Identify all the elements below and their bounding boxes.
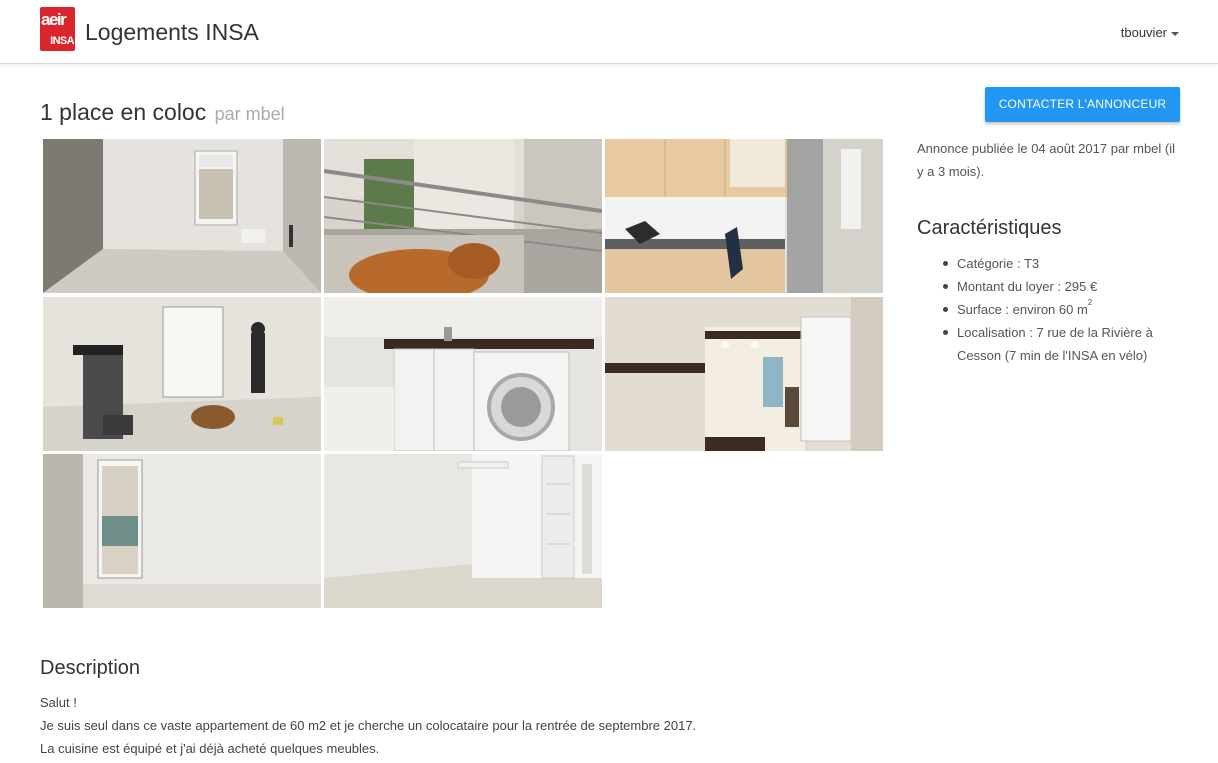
user-name: tbouvier: [1120, 25, 1167, 40]
publication-info: Annonce publiée le 04 août 2017 par mbel…: [917, 141, 1176, 179]
caret-down-icon: [1171, 31, 1179, 36]
feature-rent: Montant du loyer : 295 €: [943, 275, 1182, 298]
kitchen-photo-image: [605, 139, 883, 293]
bathroom-photo-image: [324, 297, 602, 451]
feature-location: Localisation : 7 rue de la Rivière à Ces…: [943, 321, 1182, 367]
navbar: aeir INSA Logements INSA tbouvier: [0, 0, 1218, 64]
photo-thumbnail[interactable]: [324, 139, 602, 293]
feature-surface-text: Surface : environ 60 m: [957, 302, 1088, 317]
logo-top-text: aeir: [41, 10, 67, 29]
features-heading: Caractéristiques: [917, 217, 1062, 239]
photo-thumbnail[interactable]: [43, 139, 321, 293]
description-line: Salut !: [40, 695, 77, 710]
photo-thumbnail[interactable]: [605, 139, 883, 293]
photo-thumbnail[interactable]: [324, 297, 602, 451]
photo-thumbnail[interactable]: [605, 297, 883, 451]
features-list: Catégorie : T3 Montant du loyer : 295 € …: [943, 252, 1182, 367]
feature-surface-exponent: 2: [1087, 298, 1093, 307]
listing-author: par mbel: [214, 104, 285, 124]
description-heading: Description: [40, 657, 141, 679]
logo-bottom-text: INSA: [50, 35, 74, 47]
balcony-photo-image: [324, 139, 602, 293]
contact-owner-button[interactable]: Contacter l'annonceur: [985, 87, 1180, 122]
feature-surface: Surface : environ 60 m2: [943, 298, 1182, 321]
description-line: Je suis seul dans ce vaste appartement d…: [40, 718, 697, 733]
closet-room-photo-image: [324, 454, 602, 608]
aeir-insa-logo[interactable]: aeir INSA: [40, 7, 75, 51]
listing-title: 1 place en coloc: [40, 99, 207, 125]
living-room-photo-image: [43, 297, 321, 451]
feature-category: Catégorie : T3: [943, 252, 1182, 275]
site-title[interactable]: Logements INSA: [85, 18, 259, 46]
bedroom-photo-image: [43, 454, 321, 608]
room-photo-image: [43, 139, 321, 293]
photo-thumbnail[interactable]: [43, 297, 321, 451]
photo-thumbnail[interactable]: [43, 454, 321, 608]
page-title: 1 place en coloc par mbel: [40, 98, 285, 128]
description-body: Salut ! Je suis seul dans ce vaste appar…: [40, 691, 840, 760]
user-menu[interactable]: tbouvier: [1121, 24, 1179, 42]
bathroom-mirror-photo-image: [605, 297, 883, 451]
description-line: La cuisine est équipé et j'ai déjà achet…: [40, 741, 380, 756]
photo-thumbnail[interactable]: [324, 454, 602, 608]
